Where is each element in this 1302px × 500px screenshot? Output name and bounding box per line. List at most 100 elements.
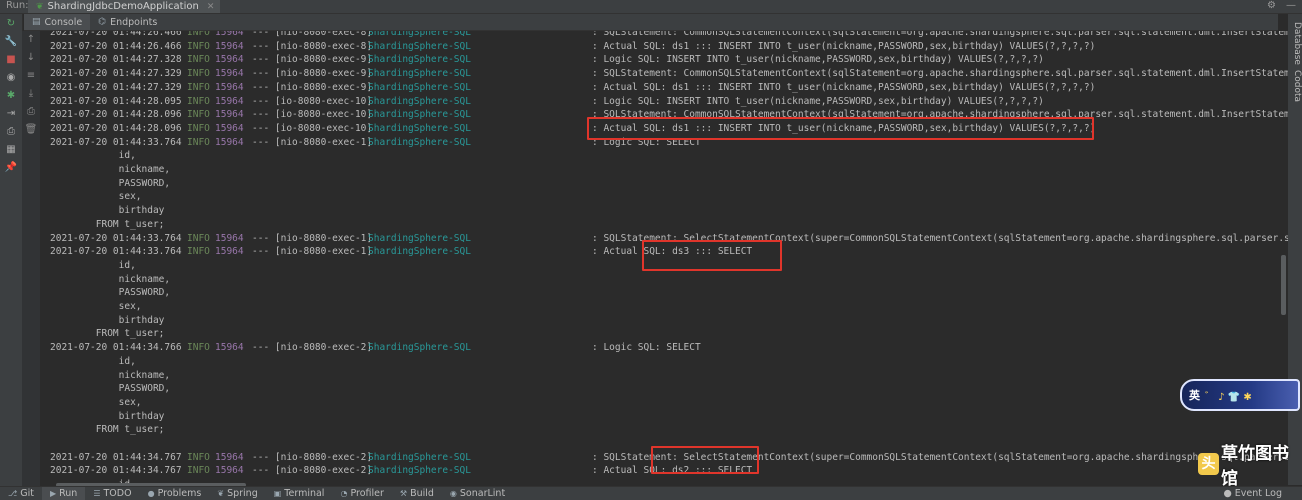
ime-symbols[interactable]: ゛ ♪ 👕 ✱ — [1205, 388, 1252, 403]
log-line: FROM t_user; — [50, 327, 1288, 341]
tool-git[interactable]: ⎇ Git — [0, 487, 42, 500]
event-log-button[interactable]: ● Event Log — [1224, 487, 1283, 500]
print-icon[interactable]: ⎙ — [24, 105, 38, 118]
log-continuation: sex, — [50, 396, 142, 408]
log-thread: --- [nio-8080-exec-9] — [252, 68, 373, 80]
layout-icon[interactable]: ▦ — [4, 143, 18, 157]
tool-profiler[interactable]: ◔ Profiler — [332, 487, 391, 500]
log-line: 2021-07-20 01:44:27.328 INFO 15964 --- [nio… — [50, 53, 1288, 67]
tab-endpoints-label: Endpoints — [110, 16, 158, 28]
log-line: 2021-07-20 01:44:33.764 INFO 15964 --- [nio… — [50, 232, 1288, 246]
tool-todo[interactable]: ☰ TODO — [85, 487, 139, 500]
wrench-icon[interactable]: 🔧 — [4, 35, 18, 49]
log-continuation: PASSWORD, — [50, 177, 171, 189]
print-icon[interactable]: ⎙ — [4, 125, 18, 139]
log-continuation: FROM t_user; — [50, 328, 165, 340]
log-line: nickname, — [50, 163, 1288, 177]
tab-endpoints[interactable]: ⌬ Endpoints — [90, 14, 165, 30]
log-line: sex, — [50, 300, 1288, 314]
log-thread: --- [nio-8080-exec-1] — [252, 246, 373, 258]
pin-icon[interactable]: 📌 — [4, 161, 18, 175]
tool-sonarlint[interactable]: ◉ SonarLint — [442, 487, 513, 500]
log-continuation: sex, — [50, 301, 142, 312]
stop-icon[interactable]: ■ — [4, 53, 18, 67]
log-line: 2021-07-20 01:44:26.466 INFO 15964 --- [nio… — [50, 31, 1288, 40]
rerun-icon[interactable]: ↻ — [4, 17, 18, 31]
log-timestamp: 2021-07-20 01:44:34.767 — [50, 465, 182, 477]
titlebar-actions: ⚙ — — [1267, 0, 1296, 12]
log-logger: ShardingSphere-SQL — [368, 40, 471, 52]
log-continuation: birthday — [50, 205, 165, 217]
log-level: INFO — [187, 451, 210, 463]
codota-panel-tab[interactable]: Codota — [1288, 70, 1302, 102]
log-thread: --- [nio-8080-exec-2] — [252, 451, 373, 463]
tool-run[interactable]: ▶ Run — [41, 487, 86, 500]
tool-spring[interactable]: ❦ Spring — [209, 487, 265, 500]
vertical-scrollbar[interactable] — [1281, 255, 1286, 315]
arrow-down-icon[interactable]: ↓ — [24, 51, 38, 64]
tool-profiler-label: Profiler — [350, 488, 384, 499]
log-logger: ShardingSphere-SQL — [368, 136, 471, 148]
restore-layout-icon[interactable]: ⇥ — [4, 107, 18, 121]
log-logger: ShardingSphere-SQL — [368, 54, 471, 66]
tool-problems[interactable]: ● Problems — [140, 487, 210, 500]
log-continuation: id, — [50, 355, 136, 367]
run-tab[interactable]: ❦ ShardingJdbcDemoApplication ✕ — [28, 0, 221, 13]
log-pid: 15964 — [215, 465, 244, 477]
camera-icon[interactable]: ◉ — [4, 71, 18, 85]
gear-icon[interactable]: ⚙ — [1267, 0, 1276, 12]
tool-build[interactable]: ⚒ Build — [392, 487, 442, 500]
debug-icon[interactable]: ✱ — [4, 89, 18, 103]
log-line: id, — [50, 259, 1288, 273]
log-level: INFO — [187, 122, 210, 134]
tool-spring-label: Spring — [227, 488, 258, 499]
scroll-to-end-icon[interactable]: ⤓ — [24, 87, 38, 100]
tab-console-label: Console — [44, 16, 83, 28]
minimize-icon[interactable]: — — [1286, 0, 1296, 12]
log-continuation: FROM t_user; — [50, 424, 165, 436]
log-line: 2021-07-20 01:44:28.096 INFO 15964 --- [io-… — [50, 122, 1288, 136]
ime-toolbar[interactable]: 英 ゛ ♪ 👕 ✱ — [1180, 379, 1300, 411]
ime-language[interactable]: 英 — [1189, 387, 1200, 403]
log-pid: 15964 — [215, 232, 244, 244]
log-pid: 15964 — [215, 68, 244, 80]
log-message: : SQLStatement: SelectStatementContext(s… — [592, 451, 1288, 463]
watermark-logo: 头 — [1198, 453, 1219, 475]
log-line: nickname, — [50, 273, 1288, 287]
soft-wrap-icon[interactable]: ≡ — [24, 69, 38, 82]
trash-icon[interactable]: 🗑 — [24, 123, 38, 136]
log-pid: 15964 — [215, 122, 244, 134]
log-thread: --- [nio-8080-exec-9] — [252, 54, 373, 66]
log-line: 2021-07-20 01:44:28.095 INFO 15964 --- [io-… — [50, 95, 1288, 109]
log-line: 2021-07-20 01:44:34.766 INFO 15964 --- [nio… — [50, 341, 1288, 355]
log-logger: ShardingSphere-SQL — [368, 109, 471, 121]
log-line: 2021-07-20 01:44:27.329 INFO 15964 --- [nio… — [50, 67, 1288, 81]
log-timestamp: 2021-07-20 01:44:26.466 — [50, 31, 182, 38]
log-pid: 15964 — [215, 136, 244, 148]
log-line: sex, — [50, 396, 1288, 410]
log-logger: ShardingSphere-SQL — [368, 68, 471, 80]
tool-terminal[interactable]: ▣ Terminal — [266, 487, 333, 500]
tool-run-label: Run — [59, 488, 78, 499]
database-panel-tab[interactable]: Database — [1288, 22, 1302, 65]
log-pid: 15964 — [215, 81, 244, 93]
log-line: sex, — [50, 190, 1288, 204]
log-line: id, — [50, 149, 1288, 163]
arrow-up-icon[interactable]: ↑ — [24, 33, 38, 46]
log-line: PASSWORD, — [50, 382, 1288, 396]
log-thread: --- [nio-8080-exec-1] — [252, 232, 373, 244]
tool-git-label: Git — [20, 488, 34, 499]
log-logger: ShardingSphere-SQL — [368, 81, 471, 93]
tool-terminal-label: Terminal — [284, 488, 325, 499]
log-logger: ShardingSphere-SQL — [368, 465, 471, 477]
log-timestamp: 2021-07-20 01:44:28.096 — [50, 122, 182, 134]
console-output[interactable]: 2021-07-20 01:44:26.466 INFO 15964 --- [nio… — [40, 31, 1288, 486]
log-timestamp: 2021-07-20 01:44:27.328 — [50, 54, 182, 66]
tab-console[interactable]: ▤ Console — [24, 14, 91, 30]
log-level: INFO — [187, 136, 210, 148]
close-icon[interactable]: ✕ — [207, 2, 215, 12]
log-line: birthday — [50, 314, 1288, 328]
console-gutter: ↑ ↓ ≡ ⤓ ⎙ 🗑 — [22, 31, 40, 488]
log-continuation: nickname, — [50, 369, 171, 381]
